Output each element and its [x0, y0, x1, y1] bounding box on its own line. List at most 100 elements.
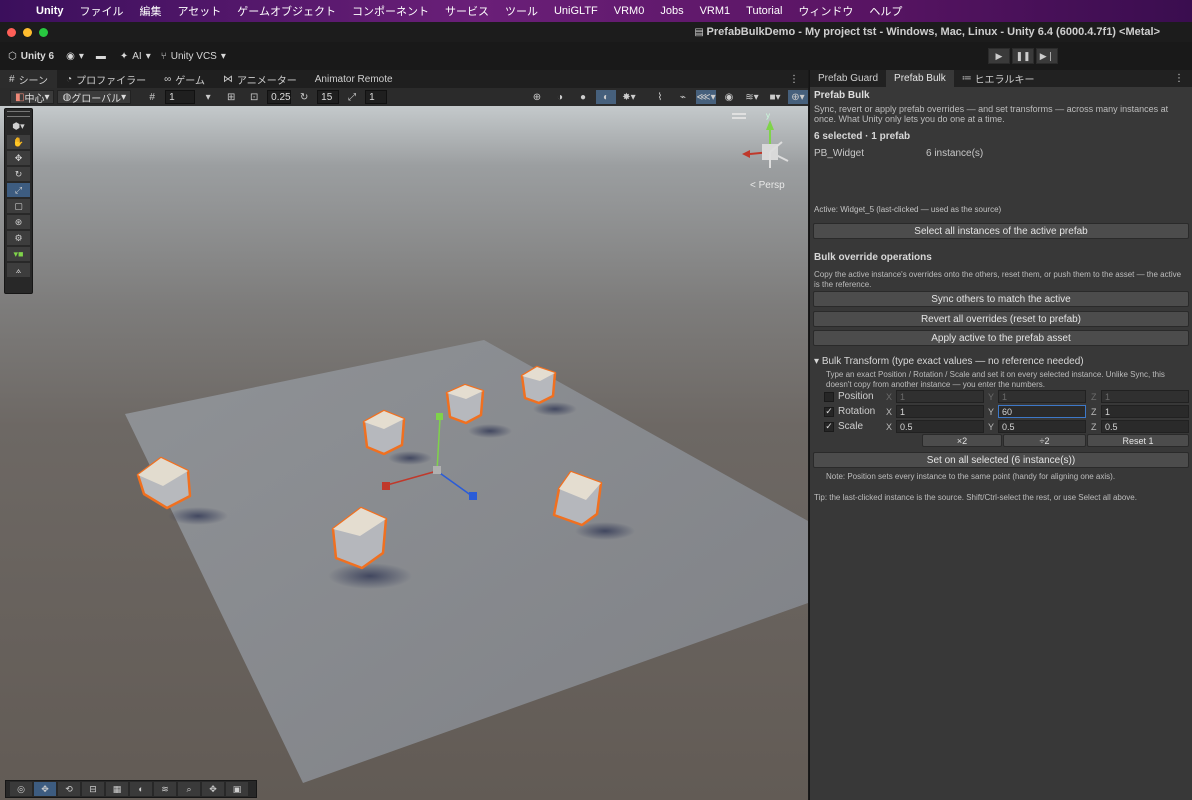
revert-overrides-button[interactable]: Revert all overrides (reset to prefab) — [813, 311, 1189, 327]
tab-animator-remote[interactable]: Animator Remote — [306, 70, 402, 88]
menu-unigltf[interactable]: UniGLTF — [546, 5, 606, 17]
orientation-gizmo[interactable]: y — [742, 111, 789, 168]
menu-window[interactable]: ウィンドウ — [790, 3, 861, 19]
menu-app[interactable]: Unity — [28, 5, 72, 17]
audio-fx-icon[interactable]: ⋘▾ — [696, 90, 716, 104]
menu-component[interactable]: コンポーネント — [344, 3, 437, 19]
menu-vrm0[interactable]: VRM0 — [606, 5, 653, 17]
menu-tools[interactable]: ツール — [497, 3, 546, 19]
gizmos-icon[interactable]: ⊕▾ — [788, 90, 808, 104]
globe-view-icon[interactable]: ⊕ — [527, 90, 547, 104]
cloud-button[interactable]: ▬ — [96, 51, 106, 62]
space-dropdown[interactable]: ◍ グローバル ▾ — [57, 90, 132, 105]
move-icon[interactable]: ✥ — [34, 782, 56, 796]
drag-handle[interactable] — [732, 117, 746, 119]
rotation-z-field[interactable]: 1 — [1101, 405, 1189, 418]
grid-snap-icon[interactable]: # — [142, 90, 162, 104]
account-dropdown[interactable]: ◉ ▾ — [66, 51, 84, 62]
menu-services[interactable]: サービス — [437, 3, 497, 19]
move-snap-field[interactable]: 0.25 — [267, 90, 292, 104]
apply-to-prefab-button[interactable]: Apply active to the prefab asset — [813, 330, 1189, 346]
menu-help[interactable]: ヘルプ — [861, 3, 910, 19]
step-button[interactable]: ▶❘ — [1036, 48, 1058, 64]
shading-icon[interactable]: ◐ — [130, 782, 152, 796]
shaded-sphere-icon[interactable]: ◑ — [550, 90, 570, 104]
transform-tool-icon[interactable]: ⊛ — [7, 215, 30, 229]
camera-icon[interactable]: ■▾ — [765, 90, 785, 104]
rect-tool-icon[interactable]: ▢ — [7, 199, 30, 213]
menu-jobs[interactable]: Jobs — [652, 5, 691, 17]
drag-handle[interactable] — [7, 111, 30, 117]
cube-widget[interactable] — [362, 409, 406, 456]
snap-icon[interactable]: ⊟ — [82, 782, 104, 796]
rotate-snap-icon[interactable]: ↻ — [294, 90, 314, 104]
tab-hierarchy[interactable]: ≔ ヒエラルキー — [954, 70, 1043, 87]
tab-scene[interactable]: # シーン — [0, 70, 58, 88]
ai-button[interactable]: ✦ AI ▾ — [120, 51, 151, 62]
persp-label[interactable]: < Persp — [750, 180, 785, 191]
position-x-field[interactable]: 1 — [896, 390, 984, 403]
tab-menu-button[interactable]: ⋮ — [780, 70, 808, 88]
tab-profiler[interactable]: ◔ プロファイラー — [57, 70, 155, 88]
rotation-checkbox[interactable]: ✓ — [824, 406, 834, 417]
menu-gameobject[interactable]: ゲームオブジェクト — [229, 3, 344, 19]
probuilder-icon[interactable]: ⟑ — [7, 263, 30, 277]
scale-halve-button[interactable]: ÷2 — [1003, 434, 1086, 447]
menu-file[interactable]: ファイル — [72, 3, 132, 19]
rotate-icon[interactable]: ⟲ — [58, 782, 80, 796]
position-y-field[interactable]: 1 — [998, 390, 1086, 403]
lighting-icon[interactable]: ⌁ — [673, 90, 693, 104]
scale-y-field[interactable]: 0.5 — [998, 420, 1086, 433]
rotation-x-field[interactable]: 1 — [896, 405, 984, 418]
unity-account-button[interactable]: ⬡ Unity 6 — [8, 51, 54, 62]
sphere-icon[interactable]: ● — [573, 90, 593, 104]
tab-prefab-guard[interactable]: Prefab Guard — [810, 70, 886, 87]
tab-animator[interactable]: ⋈ アニメーター — [214, 70, 306, 88]
cube-view-icon[interactable]: ⬢▾ — [7, 119, 30, 133]
hand-tool-icon[interactable]: ✋ — [7, 135, 30, 149]
vcs-button[interactable]: ⑂ Unity VCS ▾ — [161, 51, 226, 62]
grid-icon[interactable]: ▦ — [106, 782, 128, 796]
scene-view[interactable]: y < Persp — [0, 106, 808, 800]
menu-edit[interactable]: 編集 — [132, 3, 170, 19]
layers-icon[interactable]: ≋▾ — [742, 90, 762, 104]
rotate-tool-icon[interactable]: ↻ — [7, 167, 30, 181]
cube-green-icon[interactable]: ▾■ — [7, 247, 30, 261]
rotate-snap-field[interactable]: 15 — [317, 90, 340, 104]
scale-double-button[interactable]: ×2 — [922, 434, 1002, 447]
menu-tutorial[interactable]: Tutorial — [738, 5, 790, 17]
minimize-window-button[interactable] — [23, 27, 32, 37]
menu-vrm1[interactable]: VRM1 — [692, 5, 739, 17]
scale-reset-button[interactable]: Reset 1 — [1087, 434, 1189, 447]
select-all-instances-button[interactable]: Select all instances of the active prefa… — [813, 223, 1189, 239]
move-snap-icon[interactable]: ⊡ — [244, 90, 264, 104]
cube-widget[interactable] — [445, 383, 485, 425]
pause-button[interactable]: ❚❚ — [1012, 48, 1034, 64]
panel-menu-button[interactable]: ⋮ — [1166, 70, 1192, 87]
position-z-field[interactable]: 1 — [1101, 390, 1189, 403]
scale-snap-field[interactable]: 1 — [365, 90, 388, 104]
lit-sphere-icon[interactable]: ◐ — [596, 90, 616, 104]
close-window-button[interactable] — [7, 27, 16, 37]
grid-size-field[interactable]: 1 — [165, 90, 196, 104]
menu-assets[interactable]: アセット — [170, 3, 230, 19]
cube-widget[interactable] — [520, 365, 557, 405]
compass-icon[interactable]: ◎ — [10, 782, 32, 796]
sync-others-button[interactable]: Sync others to match the active — [813, 291, 1189, 307]
rotation-y-field[interactable]: 60 — [998, 405, 1086, 418]
scale-checkbox[interactable]: ✓ — [824, 421, 834, 432]
2d-toggle-icon[interactable]: ⌇ — [650, 90, 670, 104]
zoom-window-button[interactable] — [39, 27, 48, 37]
custom-tool-icon[interactable]: ⚙ — [7, 231, 30, 245]
drag-handle[interactable] — [732, 113, 746, 115]
move-tool-icon[interactable]: ✥ — [7, 151, 30, 165]
bulk-transform-header[interactable]: ▾ Bulk Transform (type exact values — no… — [814, 356, 1084, 367]
camera-icon[interactable]: ▣ — [226, 782, 248, 796]
scale-x-field[interactable]: 0.5 — [896, 420, 984, 433]
pivot-dropdown[interactable]: ◧ 中心 ▾ — [10, 90, 55, 105]
position-checkbox[interactable] — [824, 391, 834, 402]
visibility-eye-icon[interactable]: ◉ — [719, 90, 739, 104]
move-icon[interactable]: ✥ — [202, 782, 224, 796]
scale-z-field[interactable]: 0.5 — [1101, 420, 1189, 433]
scale-tool-icon[interactable]: ⤢ — [7, 183, 30, 197]
